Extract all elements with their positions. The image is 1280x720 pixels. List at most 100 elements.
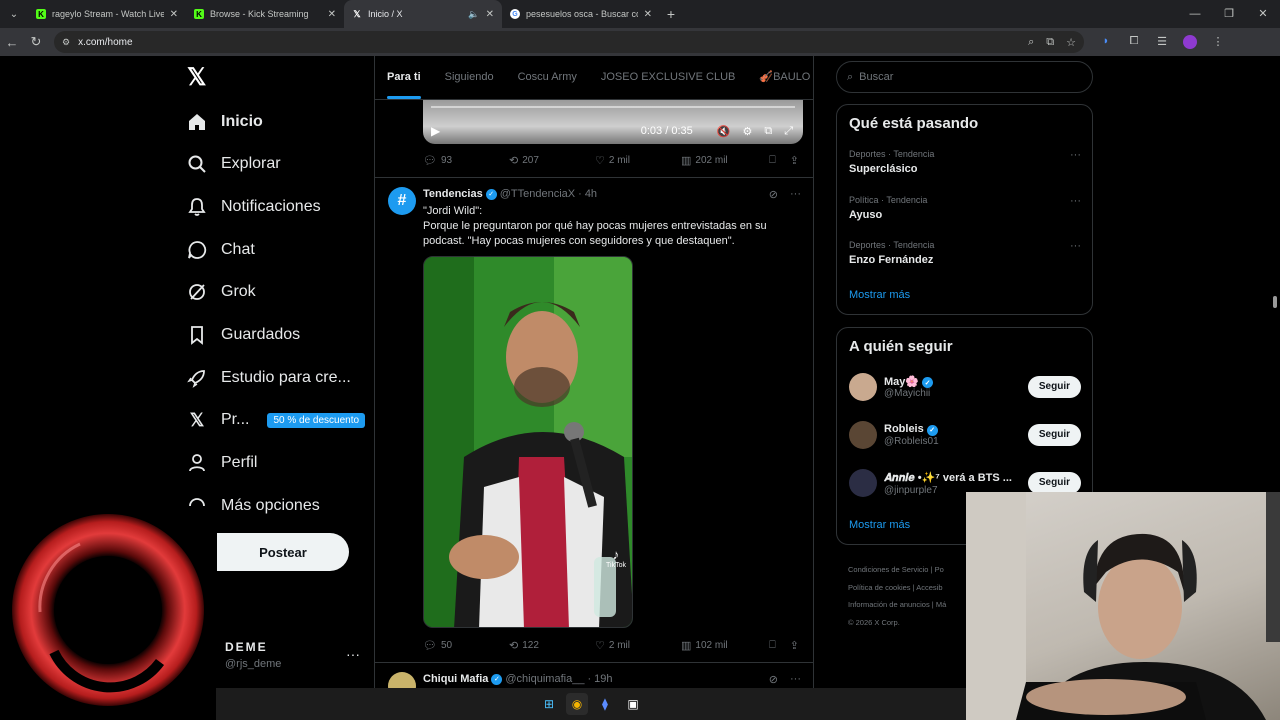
- post-author[interactable]: Chiqui Mafia: [423, 673, 488, 685]
- repost-button[interactable]: ⟲ 207: [509, 154, 595, 167]
- show-more-link[interactable]: Mostrar más: [849, 289, 910, 301]
- post-handle[interactable]: @chiquimafia__: [505, 673, 584, 685]
- reply-button[interactable]: 💬︎ 93: [423, 154, 509, 167]
- sidebar-item-grok[interactable]: Grok: [187, 274, 256, 310]
- like-button[interactable]: ♡ 2 mil: [595, 639, 681, 652]
- tendencias-avatar[interactable]: #: [388, 187, 416, 215]
- sidebar-item-premium[interactable]: 𝕏 Pr... 50 % de descuento: [187, 402, 366, 438]
- chrome-icon[interactable]: ◉: [566, 693, 588, 715]
- app-icon[interactable]: ⧫: [594, 693, 616, 715]
- url-text[interactable]: x.com/home: [78, 37, 1016, 48]
- footer-link[interactable]: Condiciones de Servicio | Po: [848, 561, 968, 579]
- browser-tab[interactable]: K rageylo Stream - Watch Live on ✕: [28, 0, 186, 28]
- trend-item[interactable]: Política · Tendencia Ayuso ···: [849, 195, 1081, 221]
- share-button[interactable]: ⇪: [790, 154, 803, 167]
- avatar[interactable]: [849, 469, 877, 497]
- video-player[interactable]: ▶ 0:03 / 0:35 🔇 ⚙ ⧉ ⤢: [423, 100, 803, 144]
- close-icon[interactable]: ✕: [486, 9, 494, 20]
- more-dots-icon[interactable]: ···: [346, 646, 360, 662]
- profile-avatar[interactable]: [1183, 35, 1197, 49]
- post-author[interactable]: Tendencias: [423, 188, 483, 200]
- bookmark-button[interactable]: ⎕: [769, 639, 780, 652]
- post-handle[interactable]: @TTendenciaX: [500, 188, 575, 200]
- install-icon[interactable]: ⧉: [1046, 36, 1054, 49]
- sidebar-item-chat[interactable]: Chat: [187, 232, 255, 268]
- tab-search-button[interactable]: ⌄: [0, 0, 28, 28]
- video-progress-bar[interactable]: [431, 106, 795, 108]
- follow-suggestion[interactable]: Robleis ✓ @Robleis01 Seguir: [849, 418, 1081, 452]
- tab-baulo[interactable]: 🎻BAULO C: [747, 62, 813, 99]
- like-button[interactable]: ♡ 2 mil: [595, 154, 681, 167]
- x-logo-icon[interactable]: 𝕏: [187, 66, 209, 90]
- account-switcher[interactable]: DEME @rjs_deme: [225, 640, 281, 670]
- discount-badge[interactable]: 50 % de descuento: [267, 412, 366, 428]
- views-button[interactable]: ▥ 102 mil: [681, 639, 767, 652]
- minimize-button[interactable]: —: [1178, 0, 1212, 28]
- sidebar-item-perfil[interactable]: Perfil: [187, 445, 257, 481]
- star-icon[interactable]: ☆: [1066, 36, 1076, 49]
- close-icon[interactable]: ✕: [170, 9, 178, 20]
- fullscreen-icon[interactable]: ⤢: [784, 125, 793, 138]
- chiqui-mafia-avatar[interactable]: [388, 672, 416, 688]
- post-time[interactable]: · 19h: [587, 673, 612, 685]
- browser-tab[interactable]: G pesesuelos osca - Buscar con G ✕: [502, 0, 660, 28]
- omnibox[interactable]: ⚙ x.com/home ⌕ ⧉ ☆: [54, 31, 1084, 53]
- tab-siguiendo[interactable]: Siguiendo: [433, 62, 506, 99]
- repost-button[interactable]: ⟲ 122: [509, 639, 595, 652]
- close-icon[interactable]: ✕: [328, 9, 336, 20]
- tab-joseo-exclusive-club[interactable]: JOSEO EXCLUSIVE CLUB: [589, 62, 748, 99]
- more-dots-icon[interactable]: ···: [790, 188, 801, 201]
- zoom-icon[interactable]: ⌕: [1028, 36, 1034, 49]
- avatar[interactable]: [849, 373, 877, 401]
- avatar[interactable]: [849, 421, 877, 449]
- trend-item[interactable]: Deportes · Tendencia Superclásico ···: [849, 149, 1081, 175]
- maximize-button[interactable]: ❐: [1212, 0, 1246, 28]
- grok-icon[interactable]: ⊘: [769, 188, 778, 201]
- sidebar-item-explorar[interactable]: Explorar: [187, 146, 281, 182]
- back-button[interactable]: ←: [0, 35, 24, 50]
- more-dots-icon[interactable]: ···: [1070, 240, 1081, 252]
- reply-button[interactable]: 💬︎ 50: [423, 639, 509, 652]
- bookmark-button[interactable]: ⎕: [769, 154, 780, 167]
- play-icon[interactable]: ▶: [431, 124, 440, 138]
- views-button[interactable]: ▥ 202 mil: [681, 154, 767, 167]
- follow-button[interactable]: Seguir: [1027, 472, 1081, 494]
- pip-icon[interactable]: ⧉: [764, 125, 772, 138]
- trend-item[interactable]: Deportes · Tendencia Enzo Fernández ···: [849, 240, 1081, 266]
- sidebar-item-mas-opciones[interactable]: Más opciones: [187, 488, 320, 524]
- settings-icon[interactable]: ⚙: [742, 125, 752, 138]
- grok-icon[interactable]: ⊘: [769, 673, 778, 686]
- sidebar-item-guardados[interactable]: Guardados: [187, 317, 300, 353]
- windows-start-icon[interactable]: ⊞: [538, 693, 560, 715]
- speaker-icon[interactable]: 🔈: [468, 9, 479, 20]
- close-window-button[interactable]: ✕: [1246, 0, 1280, 28]
- scrollbar-thumb[interactable]: [1273, 296, 1277, 308]
- browser-tab[interactable]: K Browse - Kick Streaming ✕: [186, 0, 344, 28]
- puzzle-icon[interactable]: ⧠: [1120, 35, 1148, 49]
- sidebar-item-notificaciones[interactable]: Notificaciones: [187, 189, 321, 225]
- share-button[interactable]: ⇪: [790, 639, 803, 652]
- sidebar-item-inicio[interactable]: Inicio: [187, 104, 263, 140]
- mute-icon[interactable]: 🔇: [717, 125, 731, 138]
- more-dots-icon[interactable]: ···: [1070, 149, 1081, 161]
- extension-icon[interactable]: ◗: [1092, 35, 1120, 49]
- search-input[interactable]: ⌕ Buscar: [836, 61, 1093, 93]
- post-time[interactable]: · 4h: [578, 188, 597, 200]
- more-dots-icon[interactable]: ···: [790, 673, 801, 686]
- sidebar-item-estudio[interactable]: Estudio para cre...: [187, 360, 351, 396]
- new-tab-button[interactable]: +: [660, 6, 682, 22]
- close-icon[interactable]: ✕: [644, 9, 652, 20]
- kebab-menu-icon[interactable]: ⋮: [1204, 35, 1232, 49]
- browser-tab-active[interactable]: 𝕏 Inicio / X 🔈 ✕: [344, 0, 502, 28]
- show-more-link[interactable]: Mostrar más: [849, 519, 910, 531]
- tab-para-ti[interactable]: Para ti: [375, 62, 433, 99]
- follow-suggestion[interactable]: May🌸 ✓ @Mayichii Seguir: [849, 370, 1081, 404]
- reload-button[interactable]: ↻: [24, 34, 48, 50]
- site-info-icon[interactable]: ⚙: [62, 37, 70, 48]
- footer-link[interactable]: Política de cookies | Accesib: [848, 579, 968, 597]
- tab-coscu-army[interactable]: Coscu Army: [506, 62, 589, 99]
- follow-button[interactable]: Seguir: [1027, 424, 1081, 446]
- post-button[interactable]: Postear: [217, 533, 349, 571]
- post-video[interactable]: ♪ TikTok: [423, 256, 633, 628]
- reading-list-icon[interactable]: ☰: [1148, 35, 1176, 49]
